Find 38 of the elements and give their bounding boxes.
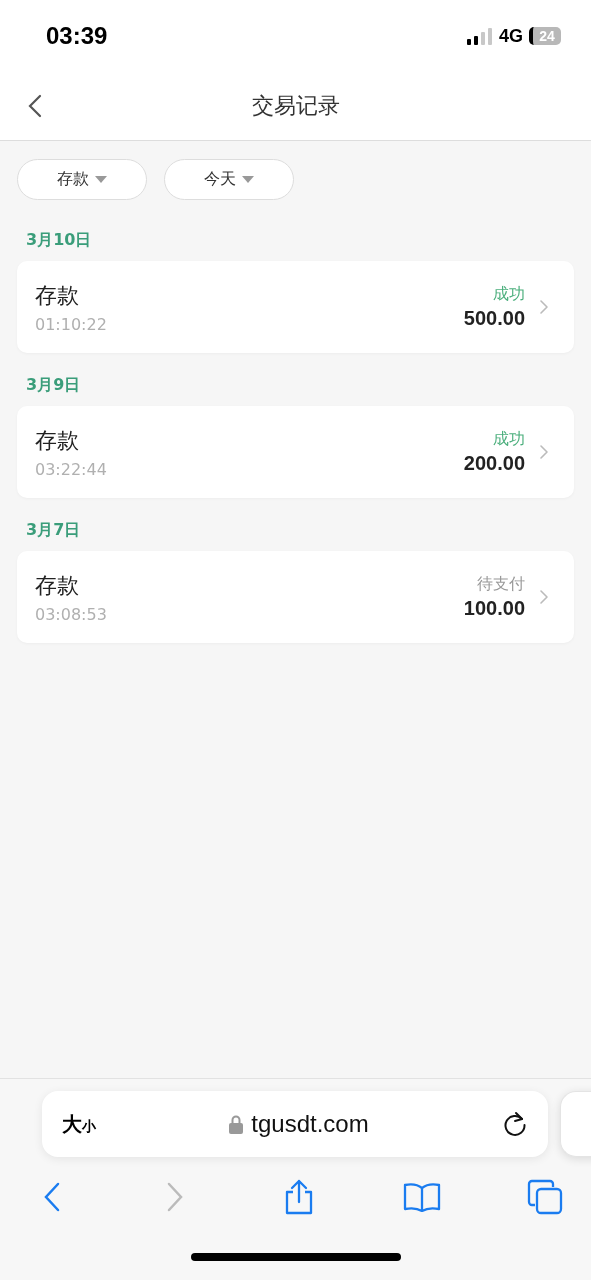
reload-icon[interactable] [502, 1111, 528, 1137]
tabs-button[interactable] [525, 1177, 565, 1217]
transaction-card[interactable]: 存款 03:22:44 成功 200.00 [17, 406, 574, 498]
transaction-status: 成功 [493, 429, 525, 450]
transaction-amount: 100.00 [463, 597, 525, 620]
chevron-right-icon [539, 444, 549, 460]
text-size-button[interactable]: 大小 [62, 1110, 96, 1138]
transaction-card[interactable]: 存款 03:08:53 待支付 100.00 [17, 551, 574, 643]
transaction-amount: 200.00 [463, 452, 525, 475]
transaction-status: 待支付 [477, 574, 525, 595]
transaction-card[interactable]: 存款 01:10:22 成功 500.00 [17, 261, 574, 353]
caret-down-icon [242, 176, 254, 183]
date-label: 3月7日 [26, 520, 81, 541]
transaction-type: 存款 [35, 281, 79, 310]
date-label: 3月9日 [26, 375, 81, 396]
url-text: tgusdt.com [251, 1110, 369, 1138]
address-bar[interactable]: 大小 tgusdt.com [42, 1091, 548, 1157]
transaction-time: 03:08:53 [35, 604, 107, 624]
page-title: 交易记录 [251, 92, 340, 120]
signal-icon [467, 27, 493, 45]
lock-icon [229, 1114, 244, 1134]
date-label: 3月10日 [26, 230, 92, 251]
transaction-amount: 500.00 [463, 307, 525, 330]
status-time: 03:39 [46, 22, 108, 50]
transaction-type: 存款 [35, 426, 79, 455]
caret-down-icon [95, 176, 107, 183]
chevron-right-icon [539, 299, 549, 315]
chevron-left-icon [43, 1181, 61, 1213]
filter-dropdown[interactable]: 存款 [17, 159, 147, 200]
filter-dropdown[interactable]: 今天 [164, 159, 294, 200]
chevron-right-icon [539, 589, 549, 605]
network-label: 4G [499, 25, 523, 47]
transaction-time: 01:10:22 [35, 314, 107, 334]
battery-indicator: 24 [529, 27, 561, 45]
chevron-right-icon [166, 1181, 185, 1213]
transaction-time: 03:22:44 [35, 459, 107, 479]
transaction-status: 成功 [493, 284, 525, 305]
transaction-type: 存款 [35, 571, 79, 600]
